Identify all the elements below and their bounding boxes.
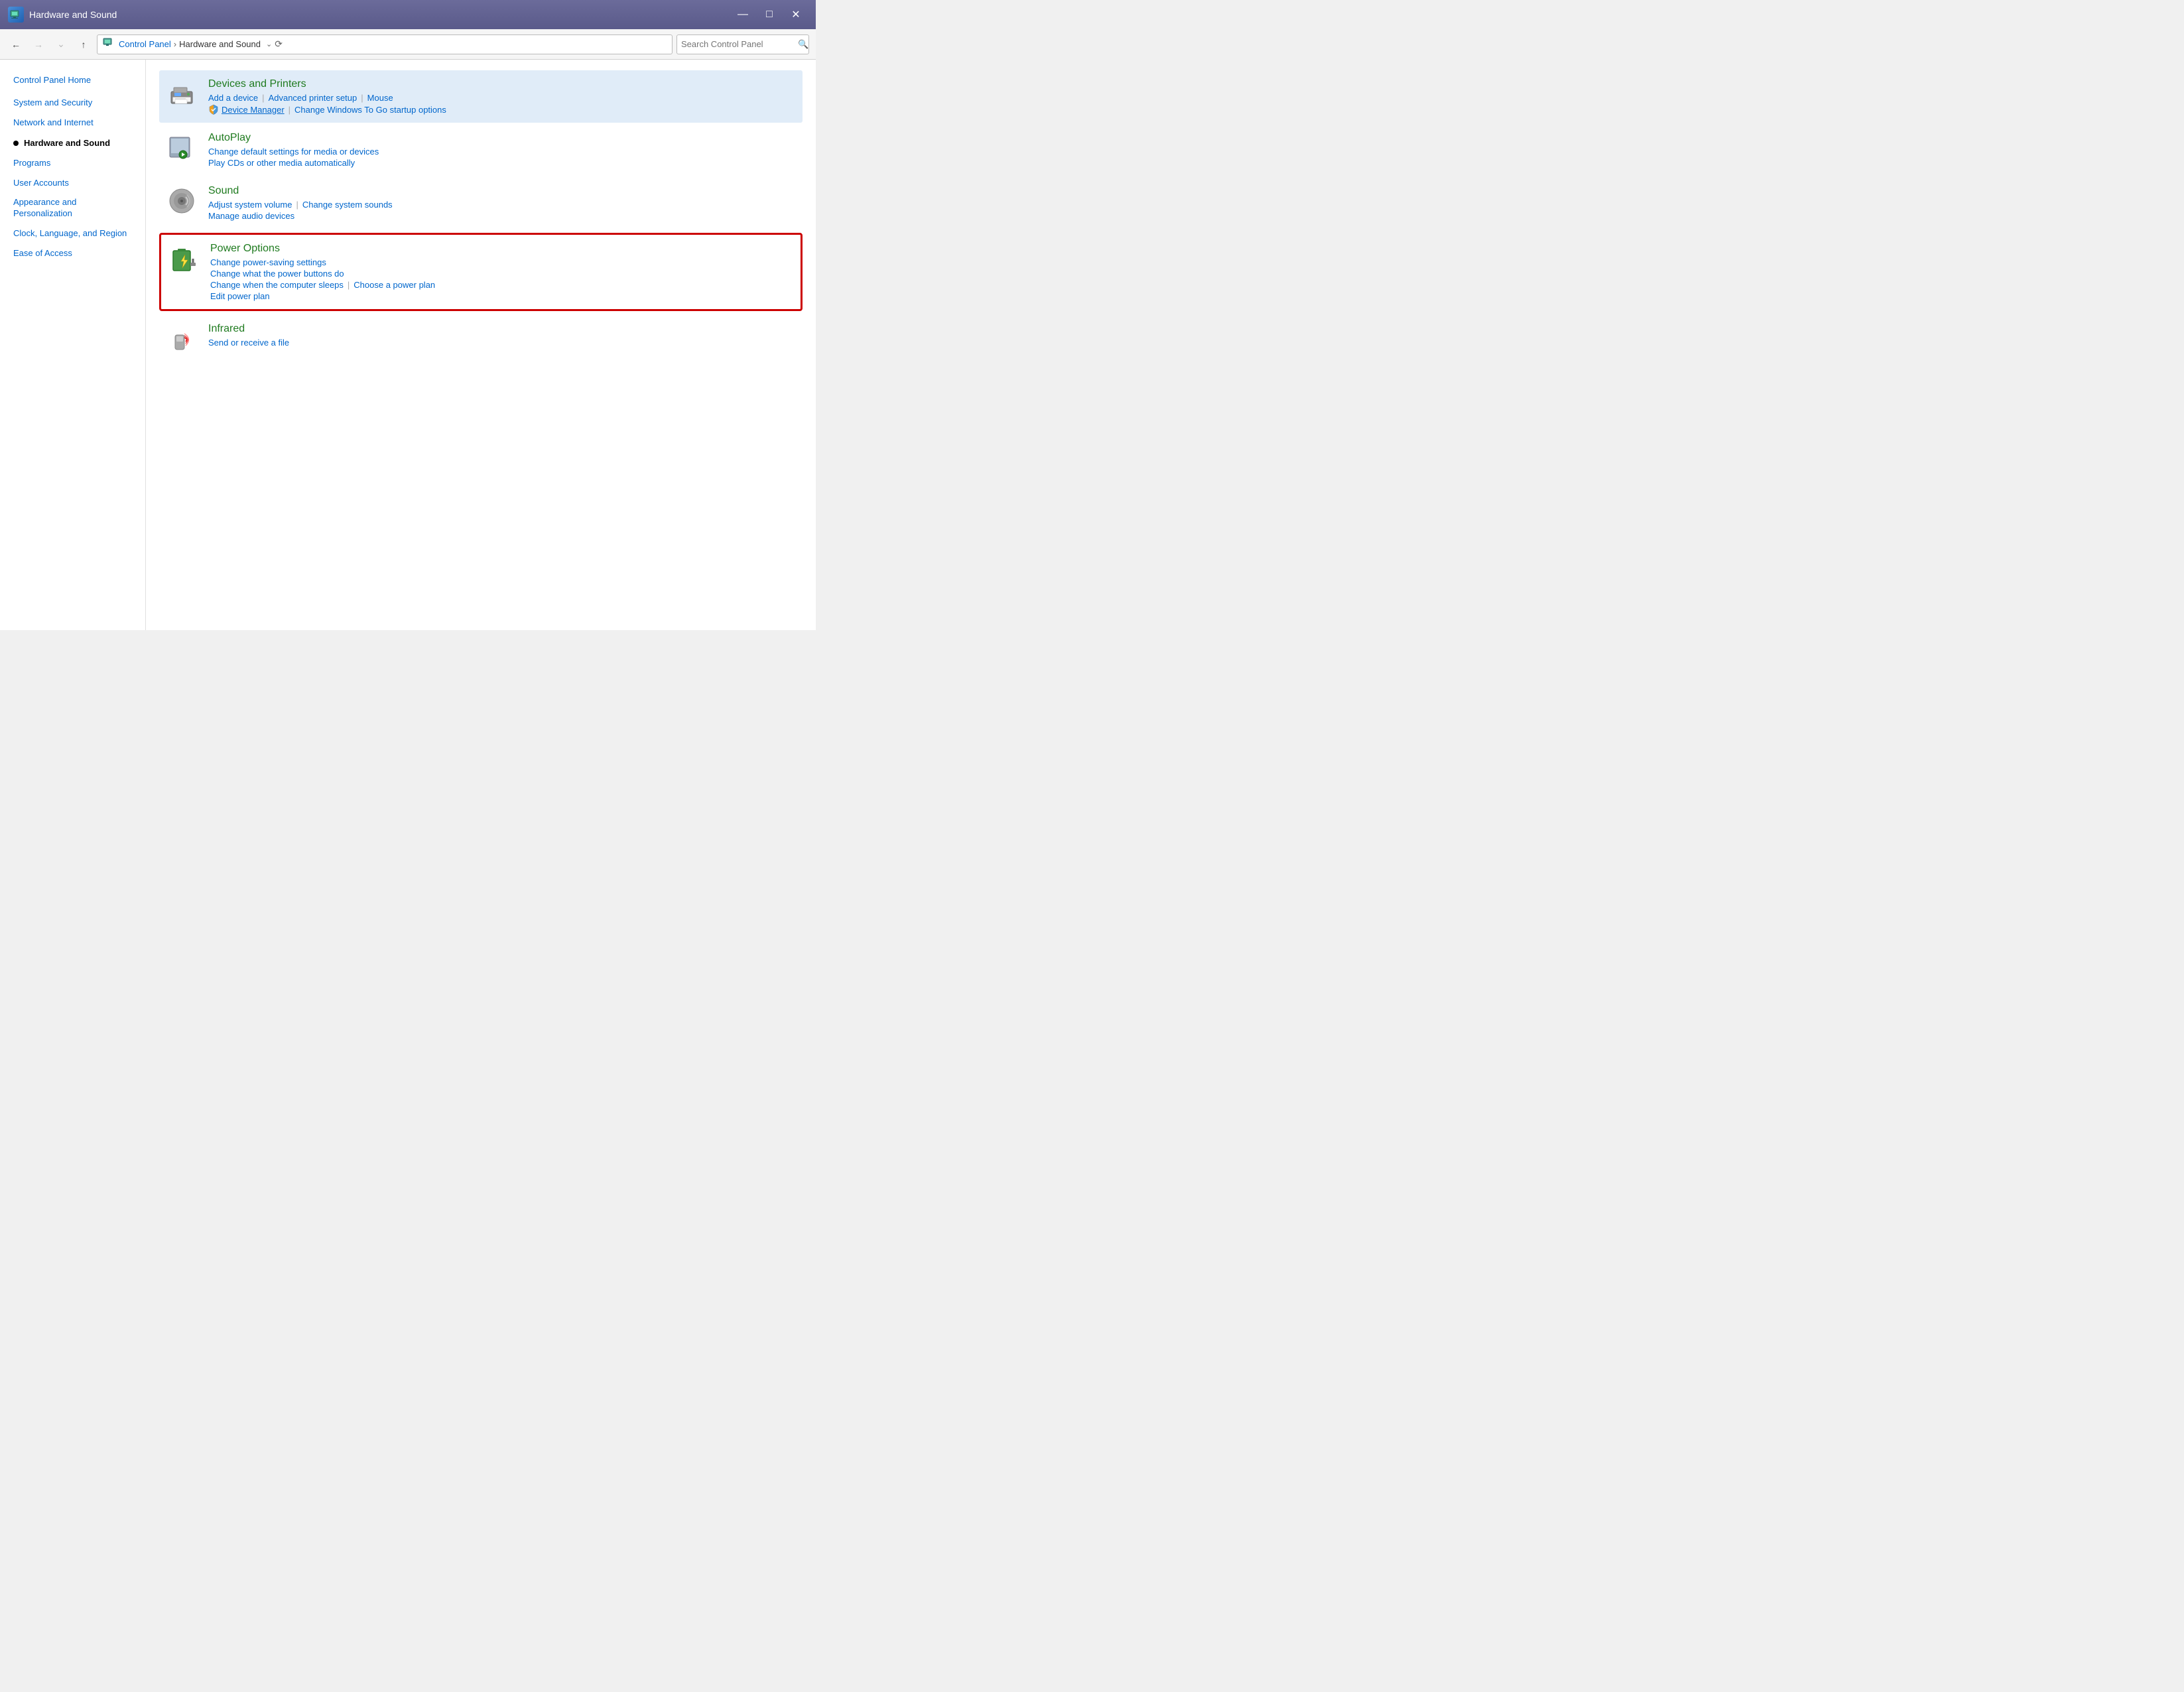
devices-links-row1: Add a device | Advanced printer setup | … [208, 93, 796, 103]
path-icon [103, 36, 115, 52]
forward-button[interactable]: → [29, 35, 48, 54]
sound-title[interactable]: Sound [208, 185, 796, 197]
sound-links-row2: Manage audio devices [208, 211, 796, 221]
devices-and-printers-title[interactable]: Devices and Printers [208, 78, 796, 90]
sidebar-item-clock-language-and-region[interactable]: Clock, Language, and Region [0, 224, 145, 243]
sidebar-item-appearance-and-personalization[interactable]: Appearance andPersonalization [0, 193, 145, 224]
add-a-device-link[interactable]: Add a device [208, 93, 258, 103]
manage-audio-devices-link[interactable]: Manage audio devices [208, 211, 294, 221]
devices-links-row2: Device Manager | Change Windows To Go st… [208, 104, 796, 115]
power-options-content: Power Options Change power-saving settin… [210, 243, 794, 301]
app-icon [8, 7, 24, 23]
refresh-icon[interactable]: ⟳ [275, 38, 283, 50]
sidebar-item-system-and-security[interactable]: System and Security [0, 93, 145, 113]
maximize-button[interactable]: □ [757, 5, 781, 24]
power-links-row2: Change what the power buttons do [210, 269, 794, 279]
change-when-sleeps-link[interactable]: Change when the computer sleeps [210, 280, 344, 290]
window-title: Hardware and Sound [29, 9, 731, 20]
sound-links-row1: Adjust system volume | Change system sou… [208, 200, 796, 210]
adjust-system-volume-link[interactable]: Adjust system volume [208, 200, 292, 210]
breadcrumb-segment-2[interactable]: Hardware and Sound [179, 39, 261, 49]
advanced-printer-setup-link[interactable]: Advanced printer setup [269, 93, 357, 103]
title-bar: Hardware and Sound — □ ✕ [0, 0, 816, 29]
autoplay-title[interactable]: AutoPlay [208, 132, 796, 144]
change-power-saving-link[interactable]: Change power-saving settings [210, 257, 326, 267]
autoplay-icon [166, 132, 198, 164]
back-button[interactable]: ← [7, 35, 25, 54]
sidebar-item-user-accounts[interactable]: User Accounts [0, 173, 145, 193]
autoplay-links-row1: Change default settings for media or dev… [208, 147, 796, 157]
search-box[interactable]: 🔍 [676, 34, 809, 54]
sidebar-item-programs[interactable]: Programs [0, 153, 145, 173]
main-container: Control Panel Home System and Security N… [0, 60, 816, 630]
sidebar-item-ease-of-access[interactable]: Ease of Access [0, 243, 145, 263]
change-system-sounds-link[interactable]: Change system sounds [302, 200, 393, 210]
power-options-title[interactable]: Power Options [210, 243, 794, 255]
power-links-row3: Change when the computer sleeps | Choose… [210, 280, 794, 290]
autoplay-content: AutoPlay Change default settings for med… [208, 132, 796, 168]
change-power-buttons-link[interactable]: Change what the power buttons do [210, 269, 344, 279]
sound-icon [166, 185, 198, 217]
infrared-icon [166, 323, 198, 355]
edit-power-plan-link[interactable]: Edit power plan [210, 291, 270, 301]
section-devices-and-printers: Devices and Printers Add a device | Adva… [159, 70, 803, 123]
breadcrumb-segment-1[interactable]: Control Panel [119, 39, 171, 49]
section-power-options: Power Options Change power-saving settin… [159, 233, 803, 311]
send-or-receive-link[interactable]: Send or receive a file [208, 338, 289, 348]
mouse-link[interactable]: Mouse [367, 93, 393, 103]
search-input[interactable] [681, 39, 798, 49]
section-sound: Sound Adjust system volume | Change syst… [159, 177, 803, 229]
change-default-settings-link[interactable]: Change default settings for media or dev… [208, 147, 379, 157]
change-windows-to-go-link[interactable]: Change Windows To Go startup options [294, 105, 446, 115]
close-button[interactable]: ✕ [784, 5, 808, 24]
power-links-row1: Change power-saving settings [210, 257, 794, 267]
section-autoplay: AutoPlay Change default settings for med… [159, 124, 803, 176]
sidebar-item-control-panel-home[interactable]: Control Panel Home [0, 70, 145, 90]
address-bar: ← → ⌄ ↑ Control Panel › Hardware and Sou… [0, 29, 816, 60]
content-area: Devices and Printers Add a device | Adva… [146, 60, 816, 630]
address-path[interactable]: Control Panel › Hardware and Sound ⌄ ⟳ [97, 34, 673, 54]
up-button[interactable]: ↑ [74, 35, 93, 54]
play-cds-link[interactable]: Play CDs or other media automatically [208, 158, 355, 168]
power-links-row4: Edit power plan [210, 291, 794, 301]
breadcrumb-separator: › [174, 39, 176, 49]
active-bullet [13, 141, 19, 146]
sound-content: Sound Adjust system volume | Change syst… [208, 185, 796, 221]
sidebar: Control Panel Home System and Security N… [0, 60, 146, 630]
sidebar-item-network-and-internet[interactable]: Network and Internet [0, 113, 145, 133]
autoplay-links-row2: Play CDs or other media automatically [208, 158, 796, 168]
shield-icon [208, 104, 219, 115]
device-manager-wrapper: Device Manager [208, 104, 285, 115]
infrared-content: Infrared Send or receive a file [208, 323, 796, 348]
device-manager-link[interactable]: Device Manager [222, 105, 285, 115]
search-icon: 🔍 [798, 39, 808, 50]
window-controls: — □ ✕ [731, 5, 808, 24]
dropdown-arrow[interactable]: ⌄ [266, 40, 272, 48]
infrared-links-row1: Send or receive a file [208, 338, 796, 348]
infrared-title[interactable]: Infrared [208, 323, 796, 335]
minimize-button[interactable]: — [731, 5, 755, 24]
devices-and-printers-content: Devices and Printers Add a device | Adva… [208, 78, 796, 115]
sidebar-item-hardware-and-sound[interactable]: Hardware and Sound [0, 133, 145, 153]
section-infrared: Infrared Send or receive a file [159, 315, 803, 363]
choose-power-plan-link[interactable]: Choose a power plan [353, 280, 435, 290]
recent-locations-button[interactable]: ⌄ [52, 35, 70, 54]
devices-icon [166, 78, 198, 110]
power-icon [168, 243, 200, 275]
